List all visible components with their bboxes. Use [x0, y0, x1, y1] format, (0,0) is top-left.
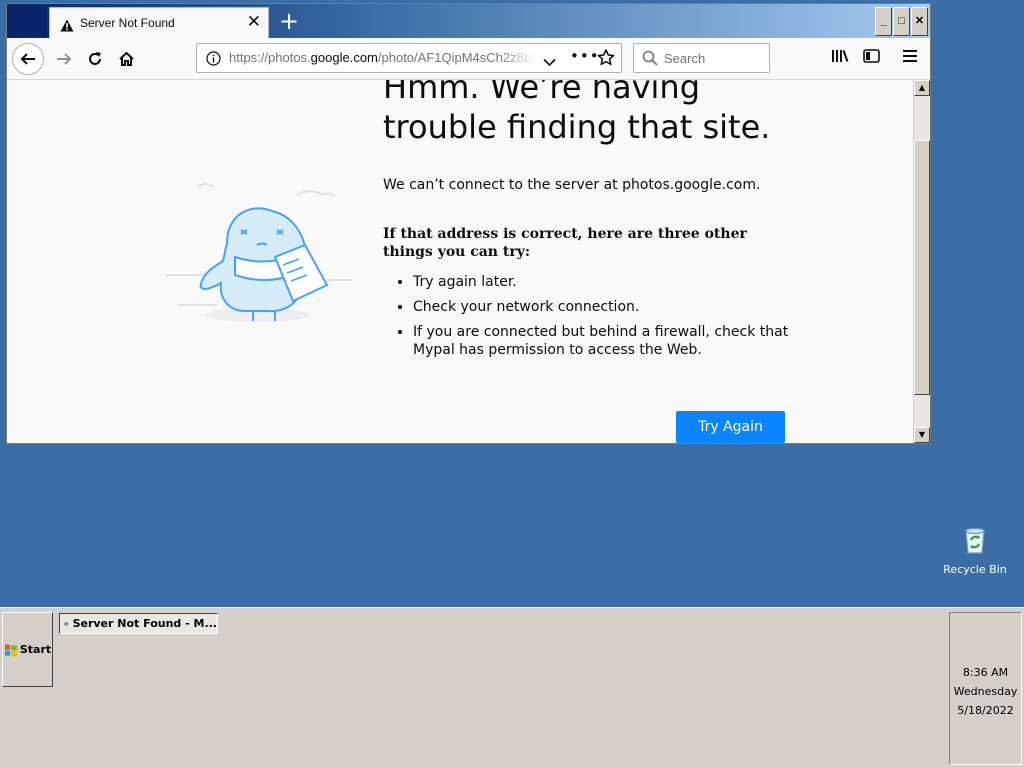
clock-date: 5/18/2022	[957, 704, 1014, 717]
menu-icon[interactable]	[903, 48, 917, 67]
recycle-bin-icon	[965, 527, 985, 554]
clock-day: Wednesday	[953, 685, 1018, 698]
reload-button[interactable]	[80, 44, 110, 74]
browser-window: Server Not Found ✕ + _ □ ✕ https://photo…	[6, 3, 931, 444]
sidebar-icon[interactable]	[863, 48, 880, 68]
reload-icon	[89, 52, 101, 65]
tab-server-not-found[interactable]: Server Not Found ✕	[49, 7, 269, 38]
url-text[interactable]: https://photos.google.com/photo/AF1QipM4…	[229, 50, 535, 65]
windows-logo-icon	[4, 644, 17, 656]
title-bar: Server Not Found ✕ + _ □ ✕	[7, 4, 930, 38]
start-button[interactable]: Start	[2, 612, 53, 687]
search-bar[interactable]	[633, 43, 770, 73]
forward-arrow-icon	[57, 53, 72, 65]
info-icon[interactable]	[206, 51, 221, 70]
maximize-button[interactable]: □	[893, 7, 910, 36]
system-clock[interactable]: 8:36 AM Wednesday 5/18/2022	[949, 612, 1022, 765]
address-bar[interactable]: https://photos.google.com/photo/AF1QipM4…	[196, 43, 622, 73]
search-input[interactable]	[664, 49, 764, 67]
new-tab-icon[interactable]: +	[279, 8, 299, 34]
url-fade	[497, 46, 537, 70]
search-icon	[642, 50, 658, 70]
scroll-up-arrow-icon[interactable]: ▲	[914, 80, 930, 96]
tab-title: Server Not Found	[80, 16, 175, 30]
url-prefix: https://photos.	[229, 50, 311, 65]
close-tab-icon[interactable]: ✕	[247, 13, 261, 31]
system-menu[interactable]	[9, 6, 47, 36]
chevron-down-icon[interactable]	[543, 52, 556, 71]
scroll-down-arrow-icon[interactable]: ▼	[914, 427, 930, 443]
suggestion-item: Try again later.	[413, 273, 803, 291]
minimize-button[interactable]: _	[875, 7, 892, 36]
home-button[interactable]	[111, 44, 141, 74]
back-arrow-icon	[20, 53, 35, 65]
error-description: We can’t connect to the server at photos…	[383, 177, 761, 193]
error-title: Hmm. We’re having trouble finding that s…	[383, 80, 771, 146]
suggestions-heading: If that address is correct, here are thr…	[383, 226, 747, 260]
browser-app-icon	[64, 621, 69, 626]
error-illustration	[157, 175, 367, 339]
library-icon[interactable]	[831, 48, 849, 68]
suggestion-item: Check your network connection.	[413, 298, 803, 316]
start-label: Start	[19, 643, 52, 656]
page-actions-icon[interactable]: •••	[570, 47, 600, 65]
recycle-bin-label: Recycle Bin	[943, 563, 1007, 576]
home-icon	[118, 51, 134, 66]
suggestion-item: If you are connected but behind a firewa…	[413, 323, 803, 359]
taskbar-item-label: Server Not Found - M...	[72, 617, 217, 630]
close-window-button[interactable]: ✕	[911, 7, 928, 36]
forward-button[interactable]	[49, 44, 79, 74]
try-again-button[interactable]: Try Again	[676, 411, 785, 443]
error-page: Hmm. We’re having trouble finding that s…	[7, 80, 913, 443]
taskbar: Start Server Not Found - M... 8:36 AM We…	[0, 607, 1024, 768]
bookmark-star-icon[interactable]	[597, 49, 615, 70]
suggestions-list: Try again later. Check your network conn…	[383, 273, 803, 366]
scroll-thumb[interactable]	[914, 140, 930, 395]
window-controls: _ □ ✕	[875, 7, 928, 36]
back-button[interactable]	[12, 43, 44, 75]
vertical-scrollbar[interactable]: ▲ ▼	[914, 80, 930, 443]
clock-time: 8:36 AM	[962, 666, 1009, 679]
taskbar-item-browser[interactable]: Server Not Found - M...	[59, 613, 218, 634]
url-host: google.com	[310, 50, 378, 65]
recycle-bin[interactable]: Recycle Bin	[942, 526, 1008, 576]
nav-toolbar: https://photos.google.com/photo/AF1QipM4…	[7, 38, 930, 80]
warning-icon	[60, 17, 74, 36]
